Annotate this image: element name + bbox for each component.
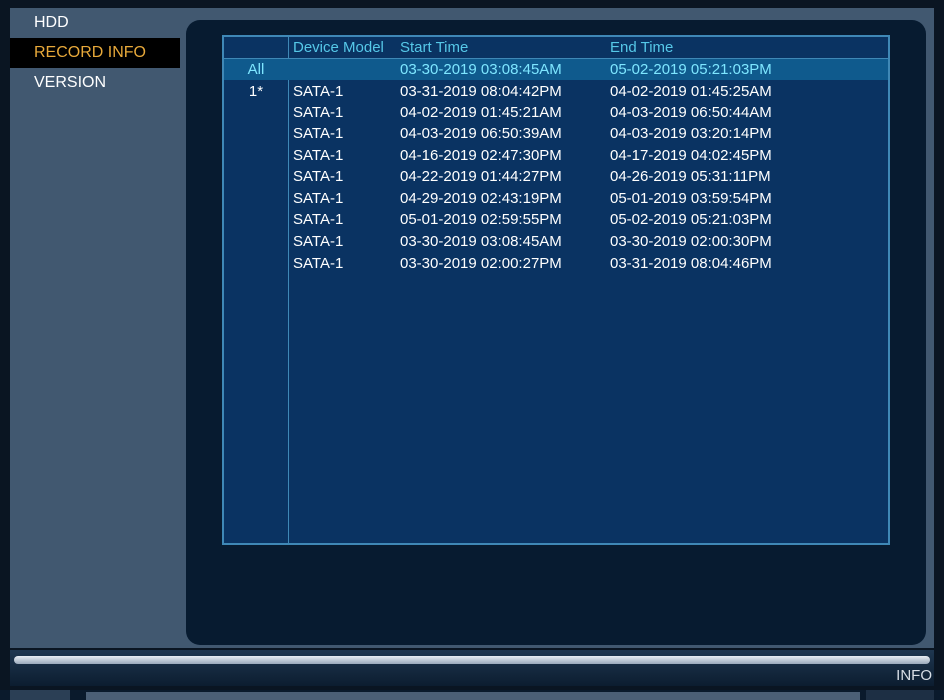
table-header: Device Model Start Time End Time <box>224 37 888 59</box>
record-info-table: Device Model Start Time End Time All 03-… <box>222 35 890 545</box>
row-end-time: 05-02-2019 05:21:03PM <box>610 211 772 228</box>
table-row[interactable]: SATA-1 04-22-2019 01:44:27PM 04-26-2019 … <box>224 166 888 187</box>
row-device-model: SATA-1 <box>293 168 344 185</box>
row-start-time: 04-22-2019 01:44:27PM <box>400 168 562 185</box>
bottom-strip-middle-segment <box>86 692 860 700</box>
row-index: All <box>247 61 265 78</box>
table-row[interactable]: SATA-1 04-02-2019 01:45:21AM 04-03-2019 … <box>224 102 888 123</box>
row-start-time: 04-29-2019 02:43:19PM <box>400 190 562 207</box>
column-header-device-model: Device Model <box>293 39 384 56</box>
sidebar-item-label: HDD <box>34 14 69 31</box>
table-row[interactable]: SATA-1 04-16-2019 02:47:30PM 04-17-2019 … <box>224 145 888 166</box>
row-end-time: 04-02-2019 01:45:25AM <box>610 83 772 100</box>
row-device-model: SATA-1 <box>293 255 344 272</box>
row-device-model: SATA-1 <box>293 190 344 207</box>
row-start-time: 03-31-2019 08:04:42PM <box>400 83 562 100</box>
sidebar-item-label: VERSION <box>34 74 107 91</box>
row-start-time: 04-02-2019 01:45:21AM <box>400 104 562 121</box>
row-end-time: 05-01-2019 03:59:54PM <box>610 190 772 207</box>
bottom-strip-right-segment <box>866 690 934 700</box>
row-start-time: 04-16-2019 02:47:30PM <box>400 147 562 164</box>
sidebar-item-hdd[interactable]: HDD <box>10 8 180 38</box>
sidebar-item-record-info[interactable]: RECORD INFO <box>10 38 180 68</box>
sidebar-item-label: RECORD INFO <box>34 44 146 61</box>
row-start-time: 05-01-2019 02:59:55PM <box>400 211 562 228</box>
row-index: 1* <box>248 83 264 100</box>
row-device-model: SATA-1 <box>293 125 344 142</box>
table-row[interactable]: SATA-1 04-03-2019 06:50:39AM 04-03-2019 … <box>224 123 888 144</box>
row-device-model: SATA-1 <box>293 233 344 250</box>
sidebar-item-version[interactable]: VERSION <box>10 68 180 98</box>
row-start-time: 03-30-2019 03:08:45AM <box>400 61 562 78</box>
table-row[interactable]: SATA-1 03-30-2019 03:08:45AM 03-30-2019 … <box>224 231 888 252</box>
row-end-time: 04-17-2019 04:02:45PM <box>610 147 772 164</box>
row-start-time: 04-03-2019 06:50:39AM <box>400 125 562 142</box>
row-device-model: SATA-1 <box>293 104 344 121</box>
table-row-all[interactable]: All 03-30-2019 03:08:45AM 05-02-2019 05:… <box>224 59 888 80</box>
table-row[interactable]: SATA-1 05-01-2019 02:59:55PM 05-02-2019 … <box>224 209 888 230</box>
row-end-time: 05-02-2019 05:21:03PM <box>610 61 772 78</box>
row-device-model: SATA-1 <box>293 211 344 228</box>
row-device-model: SATA-1 <box>293 83 344 100</box>
bottom-bar: INFO <box>10 650 934 686</box>
column-header-end-time: End Time <box>610 39 674 56</box>
table-row[interactable]: SATA-1 04-29-2019 02:43:19PM 05-01-2019 … <box>224 188 888 209</box>
row-device-model: SATA-1 <box>293 147 344 164</box>
horizontal-scrollbar[interactable] <box>14 656 930 664</box>
row-end-time: 03-30-2019 02:00:30PM <box>610 233 772 250</box>
row-start-time: 03-30-2019 02:00:27PM <box>400 255 562 272</box>
table-row[interactable]: SATA-1 03-30-2019 02:00:27PM 03-31-2019 … <box>224 253 888 274</box>
row-start-time: 03-30-2019 03:08:45AM <box>400 233 562 250</box>
info-button[interactable]: INFO <box>896 666 934 686</box>
row-end-time: 03-31-2019 08:04:46PM <box>610 255 772 272</box>
bottom-strip-left-segment <box>10 690 70 700</box>
table-row[interactable]: 1* SATA-1 03-31-2019 08:04:42PM 04-02-20… <box>224 81 888 102</box>
row-end-time: 04-03-2019 06:50:44AM <box>610 104 772 121</box>
sidebar-menu: HDD RECORD INFO VERSION <box>10 8 180 98</box>
column-header-start-time: Start Time <box>400 39 469 56</box>
row-end-time: 04-03-2019 03:20:14PM <box>610 125 772 142</box>
row-end-time: 04-26-2019 05:31:11PM <box>610 168 771 185</box>
